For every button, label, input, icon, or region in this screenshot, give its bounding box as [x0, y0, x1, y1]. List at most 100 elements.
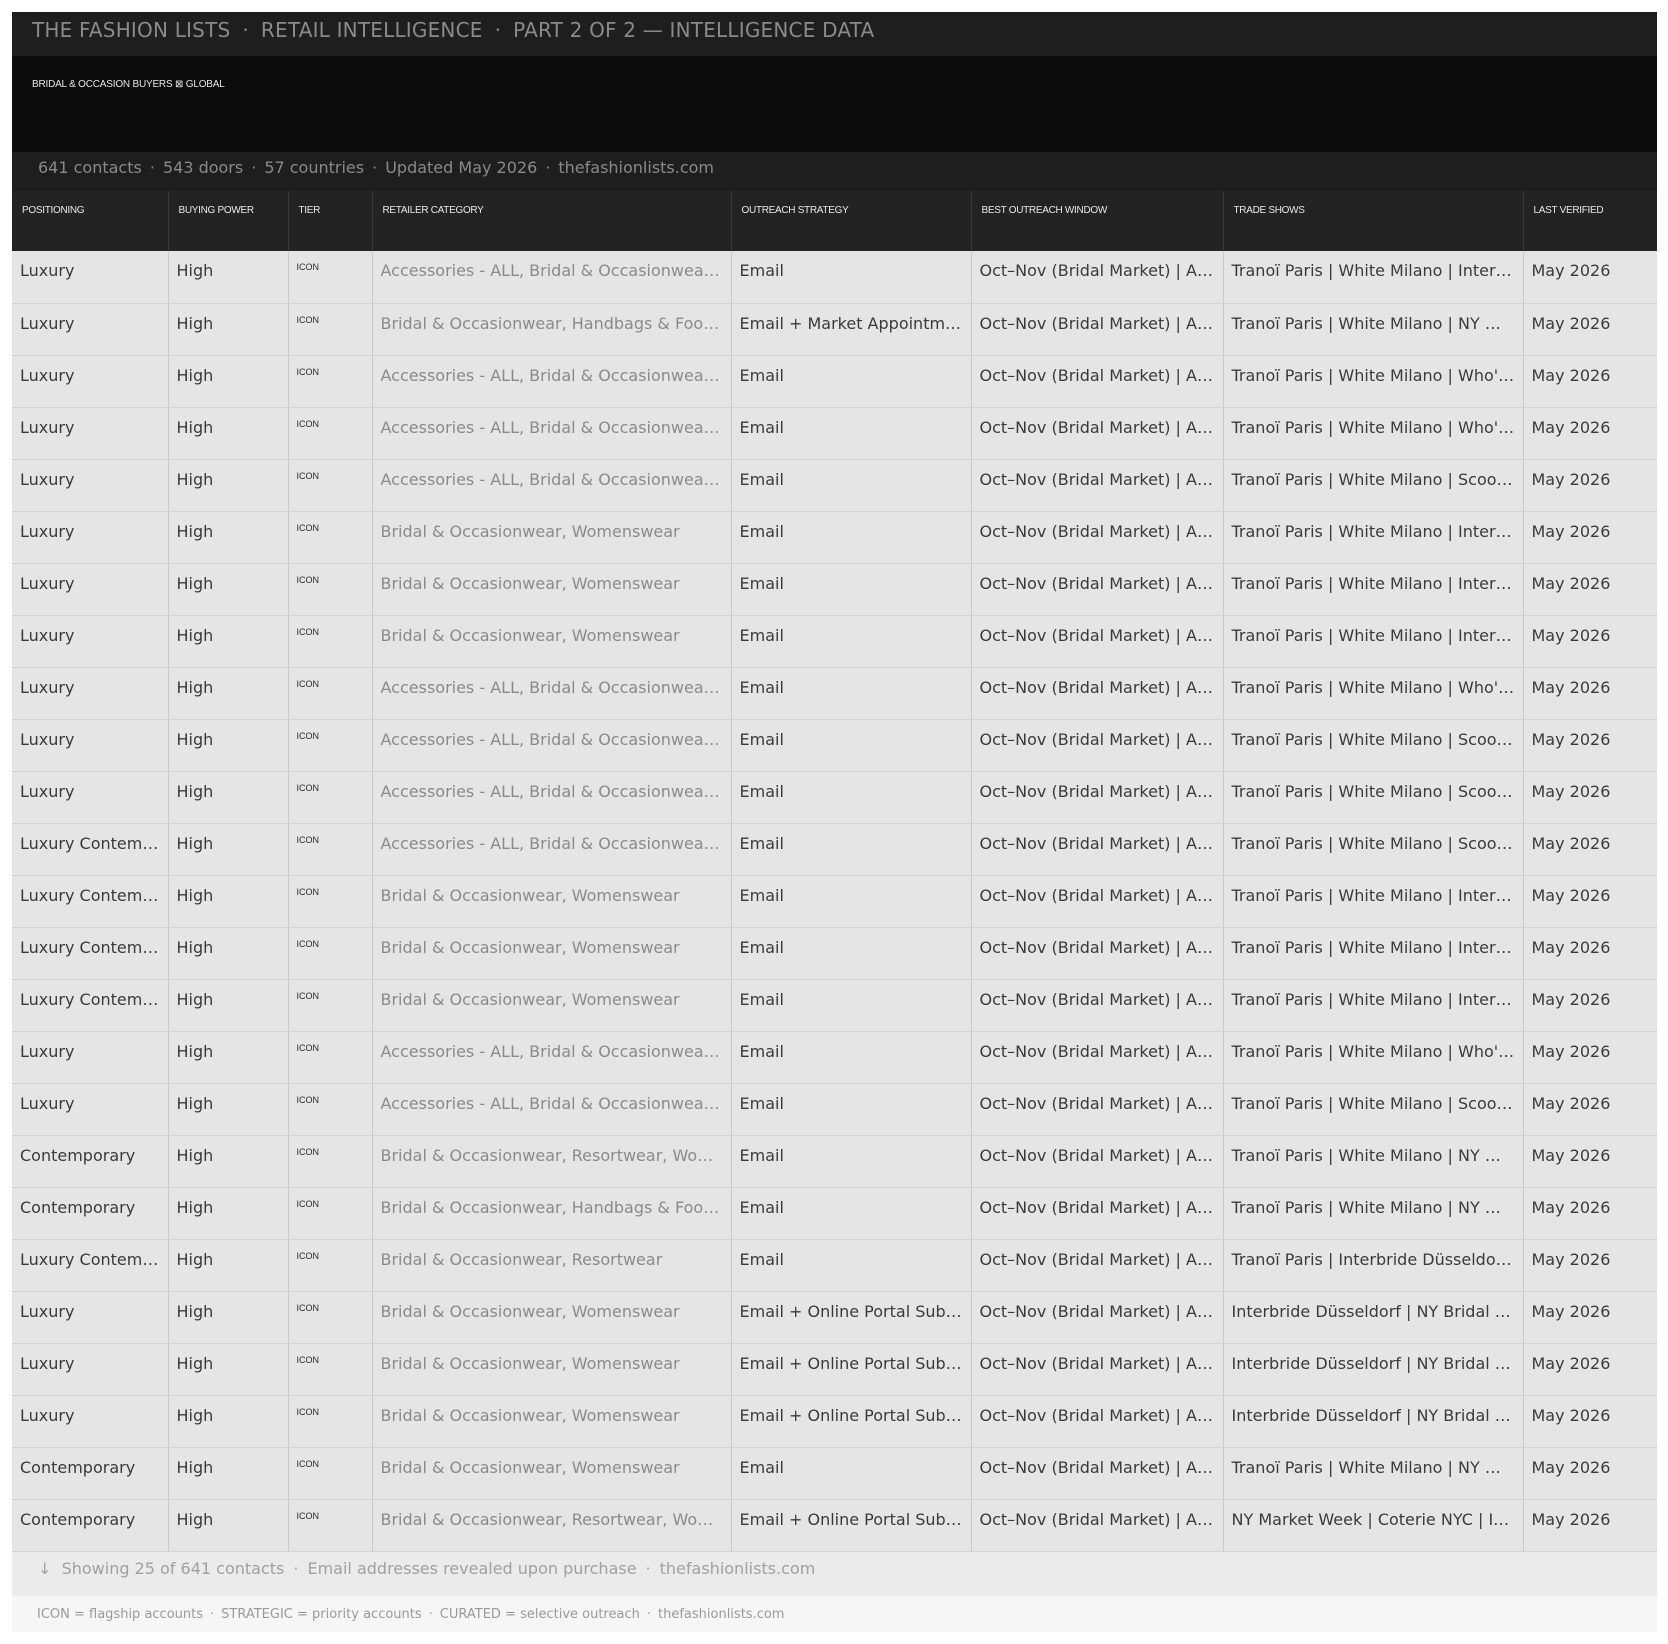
positioning-cell: Luxury	[12, 251, 169, 304]
positioning-cell: Contemporary	[12, 1187, 169, 1240]
positioning-cell: Luxury	[12, 667, 169, 720]
positioning-cell: Luxury	[12, 1083, 169, 1136]
table-row: Luxury Contem… High ICON Bridal & Occasionw…	[12, 927, 1657, 980]
outreach-window-cell: Oct–Nov (Bridal Market) | A…	[971, 771, 1224, 824]
positioning-cell: Luxury	[12, 355, 169, 408]
outreach-strategy-cell: Email	[731, 251, 972, 304]
last-verified-cell: May 2026	[1523, 407, 1657, 460]
retailer-category-cell: Bridal & Occasionwear, Womenswear	[372, 615, 732, 668]
buying-power-cell: High	[168, 719, 289, 772]
buying-power-cell: High	[168, 459, 289, 512]
separator: ·	[545, 158, 551, 177]
retailer-category-cell: Accessories - ALL, Bridal & Occasionwear…	[372, 407, 732, 460]
outreach-strategy-cell: Email + Online Portal Sub…	[731, 1291, 972, 1344]
trade-shows-cell: Tranoï Paris | White Milano | Who'…	[1223, 1031, 1524, 1084]
outreach-window-cell: Oct–Nov (Bridal Market) | A…	[971, 667, 1224, 720]
legend-curated: CURATED = selective outreach	[439, 1606, 640, 1622]
positioning-cell: Luxury	[12, 1343, 169, 1396]
last-verified-cell: May 2026	[1523, 979, 1657, 1032]
retailer-category-cell: Bridal & Occasionwear, Resortwear	[372, 1239, 732, 1292]
last-verified-cell: May 2026	[1523, 1135, 1657, 1188]
trade-shows-cell: Interbride Düsseldorf | NY Bridal …	[1223, 1291, 1524, 1344]
last-verified-cell: May 2026	[1523, 719, 1657, 772]
positioning-cell: Luxury	[12, 511, 169, 564]
positioning-cell: Luxury	[12, 1031, 169, 1084]
positioning-cell: Luxury	[12, 1395, 169, 1448]
retailer-category-cell: Bridal & Occasionwear, Resortwear, Wo…	[372, 1135, 732, 1188]
outreach-strategy-cell: Email	[731, 563, 972, 616]
positioning-cell: Luxury Contem…	[12, 875, 169, 928]
hero-banner: BRIDAL & OCCASION BUYERS ⊠ GLOBAL	[12, 56, 1657, 152]
column-header-trade-shows: TRADE SHOWS	[1223, 191, 1524, 251]
table-footer: ↓ Showing 25 of 641 contacts · Email addre…	[12, 1551, 1657, 1596]
retailer-category-cell: Bridal & Occasionwear, Handbags & Foot…	[372, 303, 732, 356]
outreach-window-cell: Oct–Nov (Bridal Market) | A…	[971, 1447, 1224, 1500]
outreach-strategy-cell: Email	[731, 927, 972, 980]
outreach-strategy-cell: Email	[731, 667, 972, 720]
buying-power-cell: High	[168, 1499, 289, 1552]
outreach-strategy-cell: Email	[731, 875, 972, 928]
table-row: Luxury High ICON Bridal & Occasionwear, Wom…	[12, 1395, 1657, 1448]
table-body: Luxury High ICON Accessories - ALL, Bridal …	[12, 251, 1657, 1552]
purchase-note: Email addresses revealed upon purchase	[307, 1558, 637, 1578]
stat-doors: 543 doors	[162, 158, 244, 177]
hero-subtitle: BRIDAL & OCCASION BUYERS ⊠ GLOBAL	[32, 79, 225, 90]
buying-power-cell: High	[168, 563, 289, 616]
trade-shows-cell: Tranoï Paris | White Milano | Inter…	[1223, 875, 1524, 928]
retailer-category-cell: Bridal & Occasionwear, Womenswear	[372, 927, 732, 980]
buying-power-cell: High	[168, 1343, 289, 1396]
buying-power-cell: High	[168, 615, 289, 668]
buying-power-cell: High	[168, 1135, 289, 1188]
outreach-strategy-cell: Email	[731, 1083, 972, 1136]
outreach-window-cell: Oct–Nov (Bridal Market) | A…	[971, 1499, 1224, 1552]
buying-power-cell: High	[168, 1291, 289, 1344]
trade-shows-cell: Tranoï Paris | White Milano | Scoo…	[1223, 823, 1524, 876]
retailer-category-cell: Accessories - ALL, Bridal & Occasionwear…	[372, 667, 732, 720]
outreach-window-cell: Oct–Nov (Bridal Market) | A…	[971, 563, 1224, 616]
retailer-category-cell: Bridal & Occasionwear, Womenswear	[372, 1291, 732, 1344]
buying-power-cell: High	[168, 1187, 289, 1240]
buying-power-cell: High	[168, 303, 289, 356]
last-verified-cell: May 2026	[1523, 1083, 1657, 1136]
table-row: Luxury High ICON Accessories - ALL, Bridal …	[12, 251, 1657, 304]
retailer-category-cell: Accessories - ALL, Bridal & Occasionwear…	[372, 771, 732, 824]
outreach-strategy-cell: Email + Online Portal Sub…	[731, 1343, 972, 1396]
tier-cell: ICON	[288, 1031, 373, 1084]
last-verified-cell: May 2026	[1523, 1187, 1657, 1240]
last-verified-cell: May 2026	[1523, 875, 1657, 928]
separator: ·	[242, 18, 249, 42]
tier-cell: ICON	[288, 511, 373, 564]
section-name: RETAIL INTELLIGENCE	[260, 18, 483, 42]
trade-shows-cell: Tranoï Paris | White Milano | Who'…	[1223, 355, 1524, 408]
trade-shows-cell: NY Market Week | Coterie NYC | I…	[1223, 1499, 1524, 1552]
legend-site: thefashionlists.com	[658, 1606, 785, 1622]
positioning-cell: Luxury	[12, 719, 169, 772]
outreach-window-cell: Oct–Nov (Bridal Market) | A…	[971, 927, 1224, 980]
brand-name: THE FASHION LISTS	[32, 18, 231, 42]
last-verified-cell: May 2026	[1523, 1291, 1657, 1344]
outreach-window-cell: Oct–Nov (Bridal Market) | A…	[971, 1395, 1224, 1448]
positioning-cell: Luxury	[12, 771, 169, 824]
separator: ·	[293, 1558, 299, 1578]
outreach-window-cell: Oct–Nov (Bridal Market) | A…	[971, 979, 1224, 1032]
last-verified-cell: May 2026	[1523, 1031, 1657, 1084]
table-row: Luxury Contem… High ICON Bridal & Occasionw…	[12, 1239, 1657, 1292]
legend-strategic: STRATEGIC = priority accounts	[221, 1606, 422, 1622]
outreach-window-cell: Oct–Nov (Bridal Market) | A…	[971, 251, 1224, 304]
table-row: Luxury Contem… High ICON Accessories - ALL,…	[12, 823, 1657, 876]
trade-shows-cell: Tranoï Paris | White Milano | Who'…	[1223, 667, 1524, 720]
table-row: Contemporary High ICON Bridal & Occasionwea…	[12, 1187, 1657, 1240]
column-header-tier: TIER	[288, 191, 373, 251]
tier-cell: ICON	[288, 1083, 373, 1136]
outreach-strategy-cell: Email	[731, 823, 972, 876]
outreach-window-cell: Oct–Nov (Bridal Market) | A…	[971, 1083, 1224, 1136]
retailer-category-cell: Bridal & Occasionwear, Handbags & Foot…	[372, 1187, 732, 1240]
retailer-category-cell: Bridal & Occasionwear, Womenswear	[372, 1447, 732, 1500]
tier-cell: ICON	[288, 251, 373, 304]
last-verified-cell: May 2026	[1523, 511, 1657, 564]
buying-power-cell: High	[168, 407, 289, 460]
outreach-strategy-cell: Email	[731, 459, 972, 512]
outreach-strategy-cell: Email + Market Appointm…	[731, 303, 972, 356]
tier-cell: ICON	[288, 407, 373, 460]
retailer-category-cell: Accessories - ALL, Bridal & Occasionwear…	[372, 355, 732, 408]
